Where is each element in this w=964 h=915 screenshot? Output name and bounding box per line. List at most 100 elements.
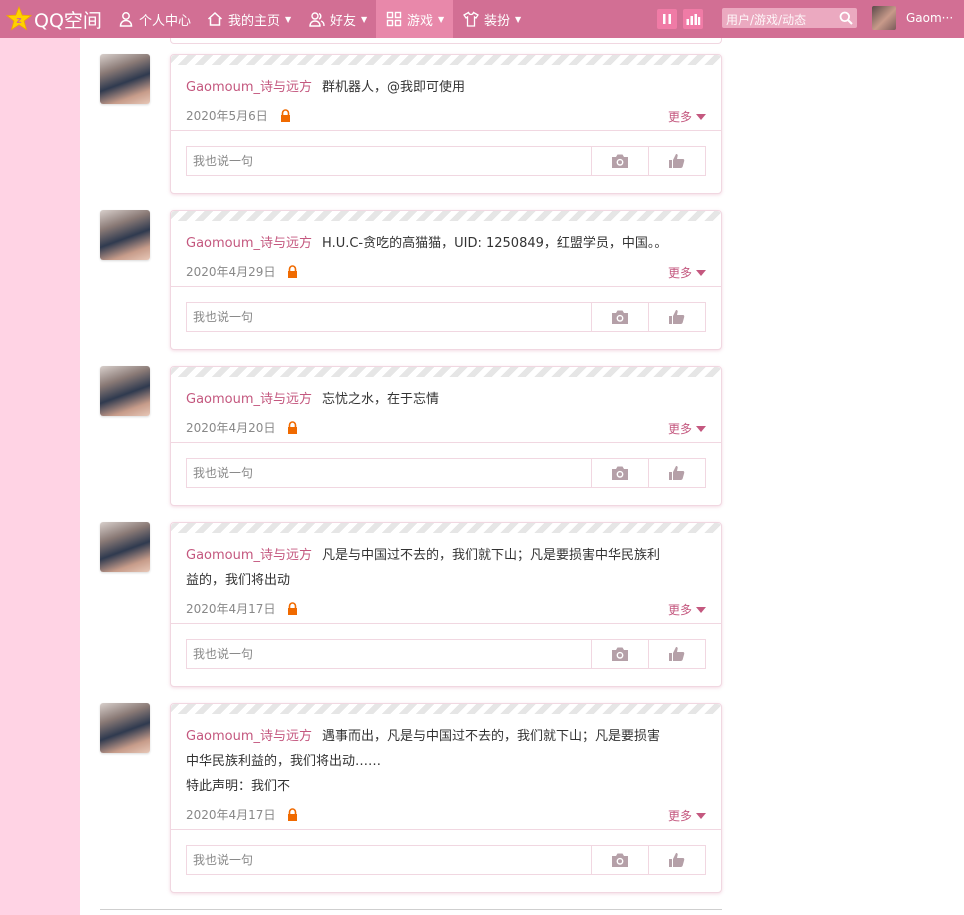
avatar[interactable] bbox=[100, 210, 150, 260]
nav-label: 装扮 bbox=[484, 13, 511, 29]
avatar[interactable] bbox=[100, 522, 150, 572]
post-date: 2020年4月20日 bbox=[186, 420, 276, 435]
feed-bottom-divider bbox=[100, 909, 722, 910]
post-author[interactable]: Gaomoum_诗与远方 bbox=[186, 548, 312, 563]
thumbs-up-icon bbox=[669, 154, 685, 168]
comment-input[interactable]: 我也说一句 bbox=[186, 302, 592, 332]
comment-input[interactable]: 我也说一句 bbox=[186, 845, 592, 875]
post-author[interactable]: Gaomoum_诗与远方 bbox=[186, 392, 312, 407]
post-text: 中华民族利益的，我们将出动…… bbox=[186, 754, 382, 769]
post-text: H.U.C-贪吃的高猫猫，UID: 1250849，红盟学员，中国。。 bbox=[322, 236, 668, 251]
comment-row: 我也说一句 bbox=[171, 131, 721, 193]
nav-my-homepage[interactable]: 我的主页 ▼ bbox=[207, 0, 291, 38]
more-label: 更多 bbox=[667, 422, 692, 436]
chevron-down-icon: ▼ bbox=[438, 14, 445, 24]
caret-down-icon bbox=[696, 813, 706, 819]
comment-row: 我也说一句 bbox=[171, 443, 721, 505]
search-icon[interactable] bbox=[839, 11, 853, 25]
thumbs-up-icon bbox=[669, 310, 685, 324]
post-card: Gaomoum_诗与远方 群机器人，@我即可使用 2020年5月6日 更多 我也说… bbox=[170, 54, 722, 194]
caret-down-icon bbox=[696, 426, 706, 432]
post-author[interactable]: Gaomoum_诗与远方 bbox=[186, 80, 312, 95]
equalizer-button[interactable] bbox=[683, 9, 703, 29]
post-text: 益的，我们将出动 bbox=[186, 573, 291, 588]
card-stripe bbox=[171, 523, 721, 533]
comment-row: 我也说一句 bbox=[171, 287, 721, 349]
more-menu-button[interactable]: 更多 bbox=[668, 601, 706, 618]
post-date: 2020年5月6日 bbox=[186, 108, 268, 123]
post-content: Gaomoum_诗与远方 忘忧之水，在于忘情 bbox=[171, 377, 721, 412]
search-box[interactable]: 用户/游戏/动态 bbox=[722, 8, 857, 28]
avatar[interactable] bbox=[100, 54, 150, 104]
nav-personal-center[interactable]: 个人中心 bbox=[118, 0, 191, 38]
more-menu-button[interactable]: 更多 bbox=[668, 420, 706, 437]
pause-icon bbox=[663, 14, 671, 24]
card-stripe bbox=[171, 704, 721, 714]
friends-icon bbox=[309, 12, 325, 27]
home-icon bbox=[207, 11, 223, 26]
like-button[interactable] bbox=[648, 458, 706, 488]
like-button[interactable] bbox=[648, 146, 706, 176]
lock-icon bbox=[288, 601, 298, 615]
comment-input[interactable]: 我也说一句 bbox=[186, 639, 592, 669]
like-button[interactable] bbox=[648, 845, 706, 875]
photo-button[interactable] bbox=[591, 146, 649, 176]
post-author[interactable]: Gaomoum_诗与远方 bbox=[186, 236, 312, 251]
svg-text:z: z bbox=[16, 16, 21, 26]
post-author[interactable]: Gaomoum_诗与远方 bbox=[186, 729, 312, 744]
photo-button[interactable] bbox=[591, 639, 649, 669]
avatar[interactable] bbox=[100, 703, 150, 753]
nav-label: 个人中心 bbox=[139, 13, 192, 29]
top-username[interactable]: Gaom··· bbox=[906, 11, 962, 25]
more-label: 更多 bbox=[667, 603, 692, 617]
comment-input[interactable]: 我也说一句 bbox=[186, 146, 592, 176]
chevron-down-icon: ▼ bbox=[285, 14, 292, 24]
post-content: Gaomoum_诗与远方 H.U.C-贪吃的高猫猫，UID: 1250849，红盟… bbox=[171, 221, 721, 256]
nav-dress-up[interactable]: 装扮 ▼ bbox=[463, 0, 521, 38]
comment-row: 我也说一句 bbox=[171, 624, 721, 686]
photo-button[interactable] bbox=[591, 458, 649, 488]
lock-icon bbox=[280, 108, 290, 122]
qzone-logo[interactable]: z QQ空间 bbox=[6, 5, 102, 33]
more-menu-button[interactable]: 更多 bbox=[668, 807, 706, 824]
nav-label: 好友 bbox=[330, 13, 357, 29]
search-placeholder: 用户/游戏/动态 bbox=[726, 13, 807, 27]
photo-button[interactable] bbox=[591, 302, 649, 332]
qzone-star-icon: z bbox=[6, 6, 32, 31]
like-button[interactable] bbox=[648, 302, 706, 332]
more-menu-button[interactable]: 更多 bbox=[668, 108, 706, 125]
camera-icon bbox=[612, 310, 628, 324]
caret-down-icon bbox=[696, 270, 706, 276]
post-text: 凡是与中国过不去的，我们就下山；凡是要损害中华民族利 bbox=[322, 548, 661, 563]
nav-games[interactable]: 游戏 ▼ bbox=[376, 0, 453, 38]
caret-down-icon bbox=[696, 114, 706, 120]
post-card: Gaomoum_诗与远方 H.U.C-贪吃的高猫猫，UID: 1250849，红盟… bbox=[170, 210, 722, 350]
lock-icon bbox=[288, 807, 298, 821]
bar-chart-icon bbox=[686, 14, 701, 25]
post-date: 2020年4月29日 bbox=[186, 264, 276, 279]
caret-down-icon bbox=[696, 607, 706, 613]
post-content: Gaomoum_诗与远方 遇事而出，凡是与中国过不去的，我们就下山；凡是要损害 中… bbox=[171, 714, 721, 799]
card-stripe bbox=[171, 55, 721, 65]
user-avatar-small[interactable] bbox=[872, 6, 896, 30]
post-content: Gaomoum_诗与远方 群机器人，@我即可使用 bbox=[171, 65, 721, 100]
camera-icon bbox=[612, 853, 628, 867]
person-icon bbox=[119, 12, 133, 27]
photo-button[interactable] bbox=[591, 845, 649, 875]
chevron-down-icon: ▼ bbox=[515, 14, 522, 24]
post-date: 2020年4月17日 bbox=[186, 601, 276, 616]
more-menu-button[interactable]: 更多 bbox=[668, 264, 706, 281]
lock-icon bbox=[288, 420, 298, 434]
avatar[interactable] bbox=[100, 366, 150, 416]
lock-icon bbox=[288, 264, 298, 278]
comment-row: 我也说一句 bbox=[171, 830, 721, 892]
more-label: 更多 bbox=[667, 110, 692, 124]
like-button[interactable] bbox=[648, 639, 706, 669]
pause-button[interactable] bbox=[657, 9, 677, 29]
nav-friends[interactable]: 好友 ▼ bbox=[309, 0, 367, 38]
more-label: 更多 bbox=[667, 809, 692, 823]
post-date: 2020年4月17日 bbox=[186, 807, 276, 822]
comment-input[interactable]: 我也说一句 bbox=[186, 458, 592, 488]
post-meta: 2020年4月20日 更多 bbox=[171, 412, 721, 442]
post-card: Gaomoum_诗与远方 遇事而出，凡是与中国过不去的，我们就下山；凡是要损害 中… bbox=[170, 703, 722, 893]
